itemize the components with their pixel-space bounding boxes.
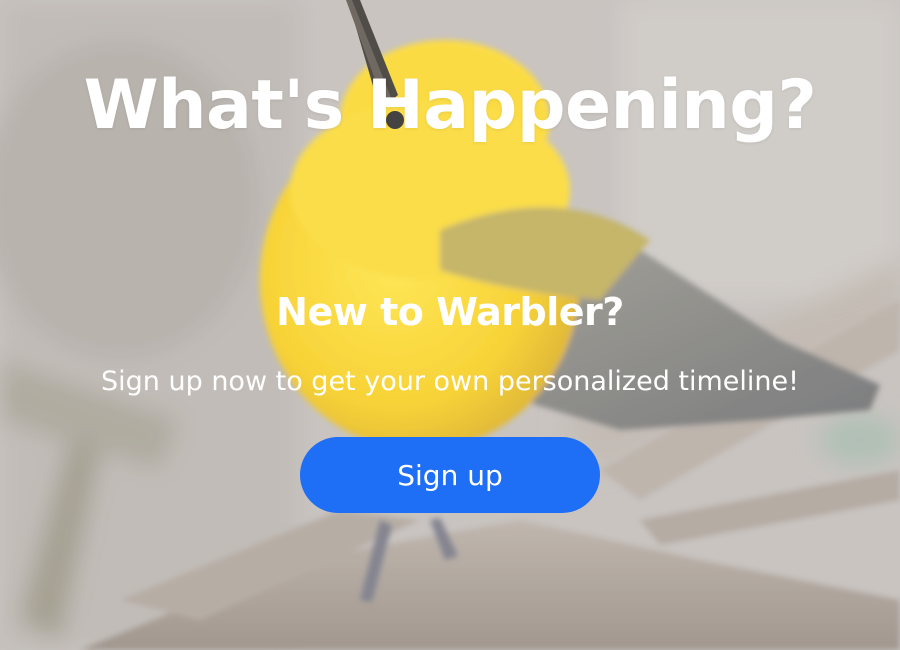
landing-hero: What's Happening? New to Warbler? Sign u…: [0, 0, 900, 650]
signup-tagline: Sign up now to get your own personalized…: [101, 366, 799, 397]
signup-button[interactable]: Sign up: [300, 437, 600, 513]
page-title: What's Happening?: [83, 66, 817, 145]
hero-content: What's Happening? New to Warbler? Sign u…: [0, 0, 900, 650]
signup-prompt-heading: New to Warbler?: [276, 290, 624, 334]
